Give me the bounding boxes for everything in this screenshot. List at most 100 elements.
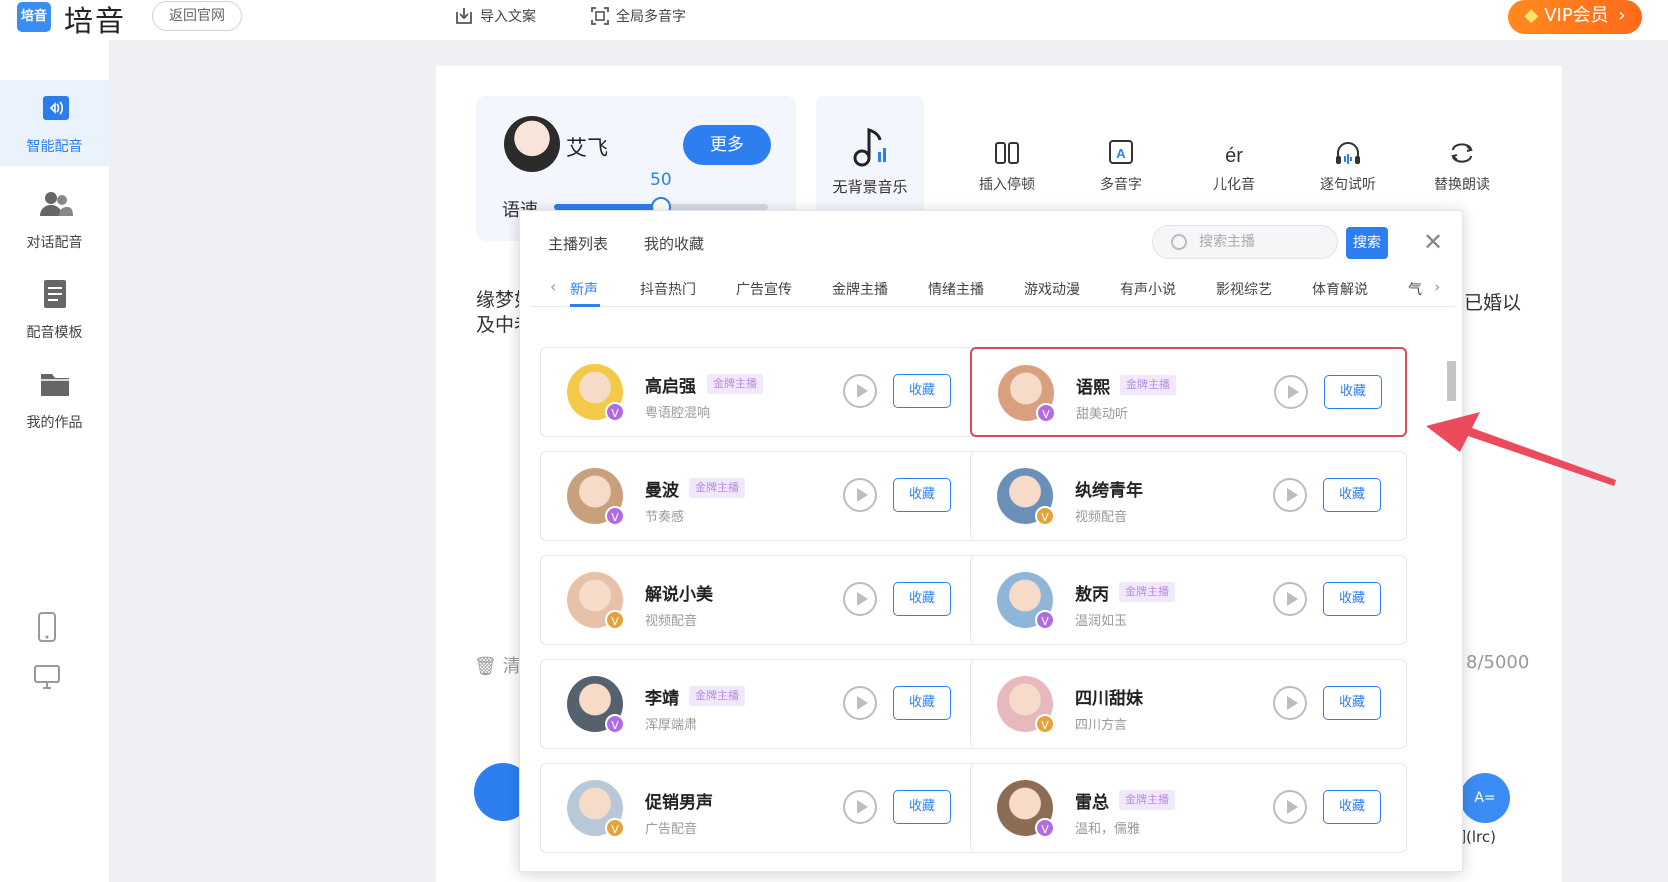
search-input[interactable]: 搜索主播 (1152, 225, 1338, 259)
voice-card[interactable]: V 四川甜妹 四川方言 收藏 (970, 659, 1407, 749)
play-preview-button[interactable] (843, 686, 877, 720)
headphone-icon (1336, 142, 1360, 164)
favorite-button[interactable]: 收藏 (1323, 790, 1381, 824)
tool-label: 儿化音 (1213, 177, 1255, 193)
tab-voice-list[interactable]: 主播列表 (548, 233, 608, 254)
category-tab[interactable]: 金牌主播 (832, 279, 888, 299)
play-preview-button[interactable] (843, 374, 877, 408)
polyphone-tool[interactable]: A 多音字 (1081, 138, 1161, 194)
sidebar-item-label: 我的作品 (26, 415, 83, 431)
play-preview-button[interactable] (843, 790, 877, 824)
back-to-site-button[interactable]: 返回官网 (152, 1, 242, 31)
play-preview-button[interactable] (1273, 686, 1307, 720)
more-voices-button[interactable]: 更多 (683, 125, 771, 165)
insert-pause-tool[interactable]: 插入停顿 (967, 138, 1047, 194)
play-preview-button[interactable] (1273, 582, 1307, 616)
voice-description: 粤语腔混响 (645, 406, 711, 421)
voice-card[interactable]: V 语熙 金牌主播 甜美动听 收藏 (970, 347, 1407, 437)
sidebar-item-dialog-dubbing[interactable]: 对话配音 (0, 176, 109, 262)
vip-badge-icon: V (605, 714, 625, 734)
favorite-button[interactable]: 收藏 (1323, 582, 1381, 616)
tab-my-favorites[interactable]: 我的收藏 (644, 233, 704, 254)
category-tab[interactable]: 广告宣传 (736, 279, 792, 299)
sidebar-item-label: 配音模板 (26, 325, 83, 341)
lyric-button[interactable]: A= (1460, 773, 1510, 823)
music-note-icon (853, 127, 886, 167)
sidebar-item-smart-dubbing[interactable]: 智能配音 (0, 80, 109, 166)
play-preview-button[interactable] (843, 478, 877, 512)
voice-card[interactable]: V 高启强 金牌主播 粤语腔混响 收藏 (540, 347, 977, 437)
favorite-button[interactable]: 收藏 (893, 374, 951, 408)
category-tab[interactable]: 新声 (570, 279, 598, 299)
tool-label: 逐句试听 (1320, 177, 1376, 193)
favorite-button[interactable]: 收藏 (1323, 686, 1381, 720)
play-preview-button[interactable] (1273, 478, 1307, 512)
search-button[interactable]: 搜索 (1346, 227, 1388, 259)
voice-card[interactable]: V 解说小美 视频配音 收藏 (540, 555, 977, 645)
gold-anchor-badge: 金牌主播 (707, 374, 763, 394)
favorite-button[interactable]: 收藏 (893, 478, 951, 512)
scrollbar-thumb[interactable] (1447, 361, 1456, 401)
voice-card[interactable]: V 纨绔青年 视频配音 收藏 (970, 451, 1407, 541)
category-tab[interactable]: 影视综艺 (1216, 279, 1272, 299)
voice-name: 促销男声 (645, 793, 713, 813)
svg-text:A: A (1116, 146, 1126, 161)
chevron-right-icon[interactable]: › (1434, 277, 1440, 296)
desktop-icon[interactable] (33, 662, 61, 692)
editor-text-right: 已婚以 (1464, 292, 1522, 314)
voice-grid: V 高启强 金牌主播 粤语腔混响 收藏 V 语熙 金牌主播 甜美动听 收藏 V 曼波 金牌主播 节奏感 收藏… (540, 347, 1420, 867)
voice-card[interactable]: V 雷总 金牌主播 温和，儒雅 收藏 (970, 763, 1407, 853)
diamond-icon: ◆ (1524, 5, 1539, 26)
voice-description: 温润如玉 (1075, 614, 1128, 629)
dialog-icon (39, 192, 73, 216)
mobile-icon[interactable] (33, 612, 61, 642)
voice-card[interactable]: V 敖丙 金牌主播 温润如玉 收藏 (970, 555, 1407, 645)
vip-button[interactable]: ◆ VIP会员 › (1508, 0, 1642, 34)
close-icon[interactable]: ✕ (1422, 230, 1444, 254)
import-script-label: 导入文案 (480, 9, 536, 25)
favorite-button[interactable]: 收藏 (1323, 478, 1381, 512)
sidebar-item-label: 智能配音 (26, 139, 83, 155)
erhua-tool[interactable]: ér 儿化音 (1194, 138, 1274, 194)
sidebar-item-my-works[interactable]: 我的作品 (0, 356, 109, 442)
voice-name: 李靖 (645, 689, 679, 709)
chevron-left-icon[interactable]: ‹ (550, 277, 556, 296)
category-tab[interactable]: 体育解说 (1312, 279, 1368, 299)
scan-icon (591, 7, 609, 25)
sidebar-item-label: 对话配音 (26, 235, 83, 251)
category-tab[interactable]: 气 (1408, 279, 1422, 299)
category-tab[interactable]: 情绪主播 (928, 279, 984, 299)
favorite-button[interactable]: 收藏 (893, 582, 951, 616)
voice-description: 甜美动听 (1076, 407, 1129, 422)
sidebar-item-templates[interactable]: 配音模板 (0, 266, 109, 352)
favorite-button[interactable]: 收藏 (1324, 375, 1382, 409)
sentence-preview-tool[interactable]: 逐句试听 (1308, 138, 1388, 194)
voice-name: 纨绔青年 (1075, 481, 1143, 501)
tool-label: 多音字 (1100, 177, 1142, 193)
category-tab[interactable]: 抖音热门 (640, 279, 696, 299)
play-preview-button[interactable] (843, 582, 877, 616)
global-polyphone-button[interactable]: 全局多音字 (590, 4, 686, 28)
import-script-button[interactable]: 导入文案 (454, 4, 536, 28)
voice-card[interactable]: V 李靖 金牌主播 浑厚端肃 收藏 (540, 659, 977, 749)
voice-card[interactable]: V 促销男声 广告配音 收藏 (540, 763, 977, 853)
global-polyphone-label: 全局多音字 (616, 9, 686, 25)
active-tab-indicator (570, 304, 600, 307)
play-preview-button[interactable] (1273, 790, 1307, 824)
vip-badge-icon: V (1035, 714, 1055, 734)
voice-avatar[interactable] (504, 116, 560, 172)
search-icon (1171, 234, 1187, 250)
clear-button[interactable]: 🗑 清 (474, 652, 521, 678)
folder-icon (40, 374, 69, 396)
favorite-button[interactable]: 收藏 (893, 790, 951, 824)
tool-label: 替换朗读 (1434, 177, 1490, 193)
app-logo: 培音 (17, 2, 51, 32)
vip-badge-icon: V (1036, 403, 1056, 423)
favorite-button[interactable]: 收藏 (893, 686, 951, 720)
voice-card[interactable]: V 曼波 金牌主播 节奏感 收藏 (540, 451, 977, 541)
category-tab[interactable]: 游戏动漫 (1024, 279, 1080, 299)
play-preview-button[interactable] (1274, 375, 1308, 409)
category-tab[interactable]: 有声小说 (1120, 279, 1176, 299)
voice-name: 艾飞 (566, 136, 608, 160)
replace-reading-tool[interactable]: 替换朗读 (1422, 138, 1502, 194)
